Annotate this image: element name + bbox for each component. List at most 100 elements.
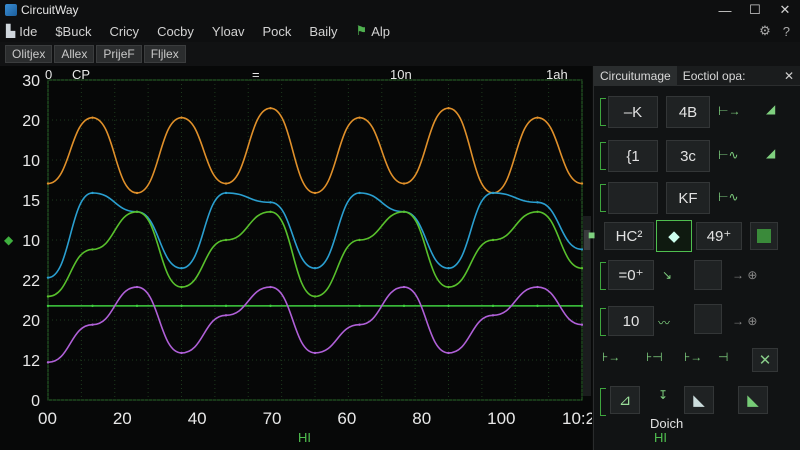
series-point <box>313 304 317 308</box>
x-tick-label: 60 <box>337 409 356 428</box>
series-point <box>491 304 495 308</box>
triangle-button[interactable]: ◣ <box>684 386 714 414</box>
wave-step-icon: ⊢→ <box>718 104 741 118</box>
panel-button-kf[interactable]: KF <box>666 182 710 214</box>
toolbar: Olitjex Allex PrijeF Fljlex <box>0 42 800 66</box>
y-axis-ticks: 30 20 10 15 10 22 20 12 0 <box>22 73 40 410</box>
step-icon: ⊦⊣ <box>646 350 663 364</box>
header-right: 1ah <box>546 67 568 82</box>
series-point <box>269 201 272 204</box>
noise-wave-icon: 〰 <box>658 316 671 330</box>
arrows-icon: → ⊕ <box>732 268 758 282</box>
menu-item-pock[interactable]: Pock <box>262 24 291 39</box>
series-point <box>224 182 228 185</box>
series-point <box>46 295 50 298</box>
tab-eoctiol[interactable]: Eoctiol opa: <box>677 66 752 86</box>
toolbar-tab-4[interactable]: Fljlex <box>143 45 186 63</box>
series-point <box>91 304 94 308</box>
panel-button-49[interactable]: 49⁺ <box>696 222 742 250</box>
menu-item-buck[interactable]: $Buck <box>55 24 91 39</box>
panel-tabs: Circuitumage Eoctiol opa: ✕ <box>594 65 800 86</box>
series-point <box>46 304 50 308</box>
toolbar-tab-2[interactable]: Allex <box>54 45 95 63</box>
series-point <box>91 191 94 195</box>
menu-item-cricy[interactable]: Cricy <box>109 24 139 39</box>
help-icon[interactable]: ? <box>783 24 790 39</box>
sine-icon: ⊢∿ <box>718 190 739 204</box>
gear-icon[interactable]: ⚙ <box>759 23 771 39</box>
panel-slot-button[interactable] <box>694 260 722 290</box>
series-point <box>358 191 361 195</box>
menu-label: Ide <box>19 23 38 39</box>
menu-item-yloav[interactable]: Yloav <box>212 24 245 39</box>
bracket-marker <box>600 184 606 212</box>
x-tick-label: 00 <box>38 409 57 428</box>
series-point <box>224 314 228 317</box>
series-point <box>135 304 139 308</box>
header-mid: = <box>252 67 260 82</box>
resistor-button[interactable]: ⊿ <box>610 386 640 414</box>
series-point <box>46 276 50 279</box>
wedge-icon: ◣ <box>747 392 759 409</box>
bracket-marker <box>600 308 606 336</box>
series-point <box>402 182 406 185</box>
file-icon: ▙ <box>6 24 16 38</box>
series-point <box>491 238 495 242</box>
close-icon[interactable]: ✕ <box>784 69 800 83</box>
close-button[interactable]: ✕ <box>770 0 800 20</box>
toolbar-tab-1[interactable]: Olitjex <box>5 45 53 63</box>
oscilloscope-plot[interactable]: 30 20 10 15 10 22 20 12 0 00 20 40 70 60 80 100 10:2 0 … <box>0 66 592 450</box>
series-point <box>91 323 94 326</box>
minimize-button[interactable]: — <box>710 0 740 20</box>
menu-bar: ▙ Ide $Buck Cricy Cocby Yloav Pock Baily… <box>0 20 800 42</box>
panel-button-4b[interactable]: 4B <box>666 96 710 128</box>
series-point <box>180 267 183 270</box>
panel-button-3c[interactable]: 3c <box>666 140 710 172</box>
arrows-icon: → ⊕ <box>732 314 758 328</box>
series-point <box>536 285 539 289</box>
panel-button-10[interactable]: 10 <box>608 306 654 336</box>
series-point <box>269 285 272 289</box>
series-point <box>313 267 317 270</box>
panel-button-blank[interactable] <box>608 182 658 214</box>
window-controls: — ☐ ✕ <box>710 0 800 20</box>
side-panel: Circuitumage Eoctiol opa: ✕ –K 4B ⊢→ ◢ {… <box>588 65 800 450</box>
ramp-icon: ◢ <box>766 146 776 160</box>
toolbar-tab-3[interactable]: PrijeF <box>96 45 142 63</box>
color-swatch-button[interactable] <box>750 222 778 250</box>
tools-icon: ✕ <box>758 352 772 369</box>
series-point <box>447 351 450 355</box>
selected-tool-button[interactable]: ◆ <box>656 220 692 252</box>
panel-slot-button[interactable] <box>694 304 722 334</box>
menu-item-ide[interactable]: ▙ Ide <box>6 24 37 39</box>
maximize-button[interactable]: ☐ <box>740 0 770 20</box>
pointer-icon: ◆ <box>668 228 680 245</box>
step-icon: ⊦→ <box>684 350 703 364</box>
y-tick-label: 10 <box>22 233 40 250</box>
series-point <box>91 248 94 251</box>
plot-scrollbar[interactable] <box>583 216 591 396</box>
panel-button-eq0[interactable]: =0⁺ <box>608 260 654 290</box>
series-point <box>358 116 361 119</box>
arrow-right-icon: ↘ <box>662 268 673 282</box>
tab-circuitumage[interactable]: Circuitumage <box>594 65 677 86</box>
wedge-button[interactable]: ◣ <box>738 386 768 414</box>
series-point <box>313 191 317 195</box>
plot-canvas[interactable]: 30201015102220120 00 20 40 70 60 80 100 10:2 0 … <box>0 66 592 450</box>
series-point <box>536 210 539 213</box>
panel-button-k[interactable]: –K <box>608 96 658 128</box>
panel-button-1[interactable]: {1 <box>608 140 658 172</box>
down-arrow-icon: ↧ <box>658 388 669 402</box>
menu-item-baily[interactable]: Baily <box>309 24 337 39</box>
y-tick-label: 15 <box>22 193 40 210</box>
panel-button-hc[interactable]: HC² <box>604 222 654 250</box>
series-point <box>46 361 50 364</box>
menu-item-alp[interactable]: ⚑ Alp <box>356 23 390 39</box>
tools-button[interactable]: ✕ <box>752 348 778 372</box>
menu-item-cocby[interactable]: Cocby <box>157 24 194 39</box>
panel-footer-label: Doich <box>650 416 684 431</box>
series-point <box>491 314 495 317</box>
resistor-icon: ⊿ <box>618 392 632 409</box>
header-left-label: CP <box>72 67 90 82</box>
y-tick-label: 20 <box>22 313 40 330</box>
